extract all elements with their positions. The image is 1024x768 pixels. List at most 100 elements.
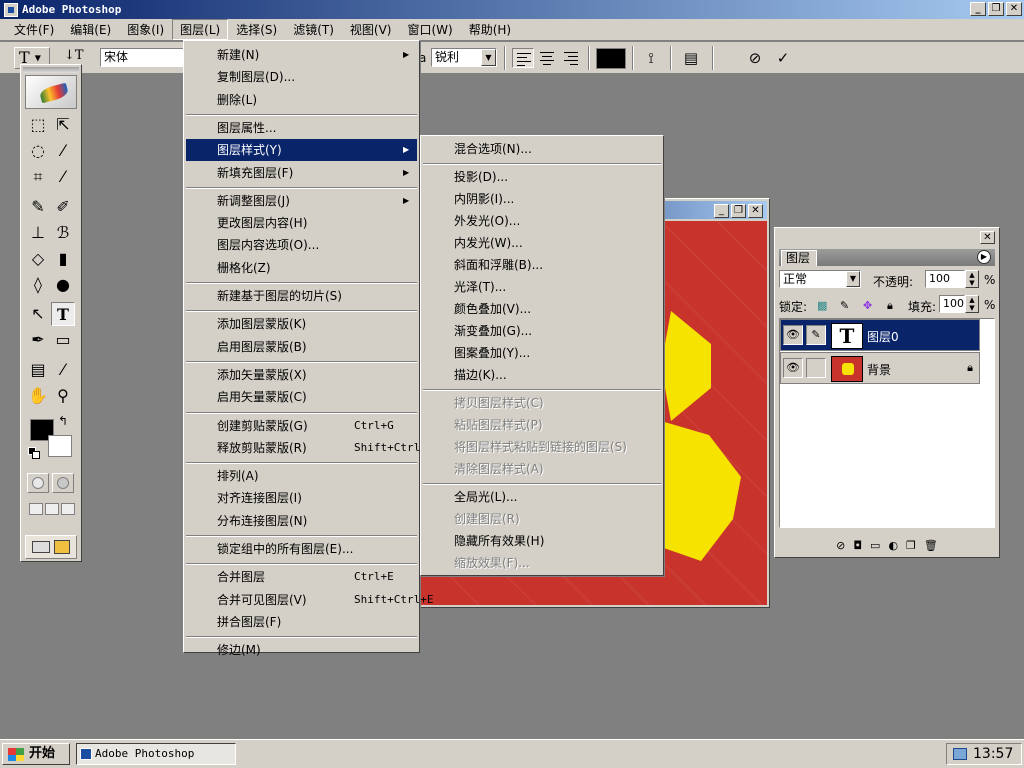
pen-tool-icon[interactable]: ✒ — [26, 328, 50, 352]
menu-layer[interactable]: 图层(L) — [172, 19, 229, 40]
menu-item[interactable]: 内阴影(I)... — [423, 188, 661, 210]
palette-menu-icon[interactable]: ▶ — [977, 250, 991, 264]
menu-item[interactable]: 光泽(T)... — [423, 276, 661, 298]
menu-item[interactable]: 新填充图层(F) ▶ — [186, 162, 417, 184]
background-color[interactable] — [48, 435, 72, 457]
swap-colors-icon[interactable]: ↰ — [58, 414, 68, 428]
trash-icon[interactable]: 🗑︎ — [924, 539, 938, 552]
menu-item[interactable]: 添加矢量蒙版(X) — [186, 364, 417, 386]
notes-tool-icon[interactable]: ▤ — [26, 358, 50, 382]
menu-item[interactable]: 分布连接图层(N) — [186, 510, 417, 532]
fill-field[interactable]: 100 — [939, 295, 965, 313]
menu-item[interactable]: 添加图层蒙版(K) — [186, 313, 417, 335]
opacity-spinner[interactable]: ▲ ▼ — [965, 270, 979, 288]
align-right-button[interactable] — [560, 48, 582, 68]
blend-mode-select[interactable]: 正常 ▼ — [779, 270, 861, 288]
font-family-field[interactable]: 宋体 — [100, 48, 190, 67]
text-orientation-button[interactable]: ↓T — [64, 48, 84, 63]
eyedropper-icon[interactable]: ⁄ — [51, 358, 75, 382]
menu-edit[interactable]: 编辑(E) — [62, 19, 119, 40]
close-icon[interactable]: ✕ — [980, 231, 995, 244]
toolbox-grip[interactable] — [23, 67, 79, 73]
new-layer-icon[interactable]: ❐ — [906, 539, 916, 552]
text-color-swatch[interactable] — [596, 48, 626, 69]
menu-item[interactable]: 颜色叠加(V)... — [423, 298, 661, 320]
layer-row-background[interactable]: 👁︎ 背景 🔒︎ — [780, 352, 980, 384]
lock-pixels-icon[interactable]: ✎ — [840, 299, 849, 312]
zoom-tool-icon[interactable]: ⚲ — [51, 384, 75, 408]
menu-select[interactable]: 选择(S) — [228, 19, 285, 40]
fill-spinner[interactable]: ▲ ▼ — [965, 295, 979, 313]
menu-item[interactable]: 混合选项(N)... — [423, 138, 661, 160]
menu-item[interactable]: 新建(N) ▶ — [186, 44, 417, 66]
menu-item[interactable]: 启用矢量蒙版(C) — [186, 386, 417, 408]
menu-item[interactable]: 创建剪贴蒙版(G) Ctrl+G — [186, 415, 417, 437]
opacity-field[interactable]: 100 — [925, 270, 965, 288]
type-tool-icon[interactable]: T — [51, 302, 75, 326]
adjustment-layer-icon[interactable]: ◐ — [888, 539, 898, 552]
menu-item[interactable]: 修边(M) — [186, 639, 417, 661]
crop-tool-icon[interactable]: ⌗ — [26, 165, 50, 189]
shape-tool-icon[interactable]: ▭ — [51, 328, 75, 352]
palettes-icon[interactable]: ▤ — [680, 48, 702, 68]
blur-tool-icon[interactable]: ◊ — [26, 273, 50, 297]
layer-name[interactable]: 背景 — [867, 361, 891, 378]
brush-tool-icon[interactable]: ✐ — [51, 195, 75, 219]
layer-row-layer0[interactable]: 👁︎ ✎ T 图层0 — [780, 319, 980, 351]
menu-image[interactable]: 图象(I) — [119, 19, 172, 40]
path-selection-icon[interactable]: ↖ — [26, 302, 50, 326]
menu-item[interactable]: 排列(A) — [186, 465, 417, 487]
menu-item[interactable]: 描边(K)... — [423, 364, 661, 386]
eye-icon[interactable]: 👁︎ — [783, 325, 803, 345]
layer-mask-icon[interactable]: ◘ — [853, 539, 862, 552]
clone-stamp-icon[interactable]: ⊥ — [26, 221, 50, 245]
menu-filter[interactable]: 滤镜(T) — [285, 19, 342, 40]
lasso-tool-icon[interactable]: ◌ — [26, 139, 50, 163]
full-screen-icon[interactable] — [61, 503, 75, 515]
standard-mode-button[interactable] — [27, 473, 49, 493]
menu-item[interactable]: 新调整图层(J) ▶ — [186, 190, 417, 212]
menu-view[interactable]: 视图(V) — [342, 19, 400, 40]
menu-item[interactable]: 对齐连接图层(I) — [186, 487, 417, 509]
menu-item[interactable]: 全局光(L)... — [423, 486, 661, 508]
eye-icon[interactable]: 👁︎ — [783, 358, 803, 378]
menu-item[interactable]: 新建基于图层的切片(S) — [186, 285, 417, 307]
eraser-tool-icon[interactable]: ◇ — [26, 247, 50, 271]
close-button[interactable]: ✕ — [1006, 2, 1022, 16]
menu-item[interactable]: 释放剪贴蒙版(R) Shift+Ctrl+G — [186, 437, 433, 459]
menu-item[interactable]: 删除(L) — [186, 89, 417, 111]
menu-item[interactable]: 图案叠加(Y)... — [423, 342, 661, 364]
menu-item[interactable]: 内发光(W)... — [423, 232, 661, 254]
doc-minimize-button[interactable]: _ — [714, 204, 729, 218]
slice-tool-icon[interactable]: ⁄ — [51, 165, 75, 189]
minimize-button[interactable]: _ — [970, 2, 986, 16]
lock-all-icon[interactable]: 🔒︎ — [887, 299, 893, 313]
jump-to-imageready-button[interactable] — [25, 535, 77, 559]
brush-link-icon[interactable]: ✎ — [806, 325, 826, 345]
magic-wand-icon[interactable]: ⁄ — [51, 139, 75, 163]
antialias-select[interactable]: 锐利 ▼ — [431, 48, 497, 67]
menu-item[interactable]: 合并图层 Ctrl+E — [186, 566, 417, 588]
healing-brush-icon[interactable]: ✎ — [26, 195, 50, 219]
lock-position-icon[interactable]: ✥ — [863, 299, 872, 312]
hand-tool-icon[interactable]: ✋ — [26, 384, 50, 408]
new-set-icon[interactable]: ▭ — [870, 539, 880, 552]
warp-text-icon[interactable]: ⟟ — [640, 48, 662, 68]
align-center-button[interactable] — [536, 48, 558, 68]
menu-item[interactable]: 渐变叠加(G)... — [423, 320, 661, 342]
gradient-tool-icon[interactable]: ▮ — [51, 247, 75, 271]
menu-item[interactable]: 斜面和浮雕(B)... — [423, 254, 661, 276]
menu-item[interactable]: 更改图层内容(H) — [186, 212, 417, 234]
menu-item[interactable]: 拼合图层(F) — [186, 611, 417, 633]
doc-close-button[interactable]: ✕ — [748, 204, 763, 218]
layer-style-icon[interactable]: ⊘ — [836, 539, 845, 552]
quick-mask-button[interactable] — [52, 473, 74, 493]
align-left-button[interactable] — [512, 48, 534, 68]
menu-item[interactable]: 投影(D)... — [423, 166, 661, 188]
start-button[interactable]: 开始 — [2, 743, 70, 765]
menu-item[interactable]: 图层内容选项(O)... — [186, 234, 417, 256]
menu-item[interactable]: 合并可见图层(V) Shift+Ctrl+E — [186, 589, 433, 611]
layer-name[interactable]: 图层0 — [867, 328, 899, 345]
standard-screen-icon[interactable] — [29, 503, 43, 515]
network-icon[interactable] — [953, 748, 967, 760]
